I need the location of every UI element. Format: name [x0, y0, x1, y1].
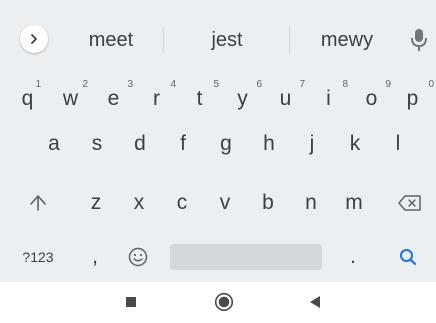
key-a[interactable]: a	[34, 122, 74, 166]
key-label: o	[365, 87, 378, 110]
key-label: u	[279, 87, 292, 110]
backspace-key[interactable]	[392, 181, 428, 225]
key-o[interactable]: 9 o	[356, 77, 391, 121]
key-u[interactable]: 7 u	[270, 77, 305, 121]
key-e[interactable]: 3 e	[98, 77, 133, 121]
expand-toolbar-button[interactable]	[20, 25, 48, 53]
key-x[interactable]: x	[119, 181, 159, 225]
key-w[interactable]: 2 w	[55, 77, 88, 121]
key-c[interactable]: c	[162, 181, 202, 225]
key-z[interactable]: z	[76, 181, 116, 225]
key-hint: 8	[342, 79, 348, 90]
key-i[interactable]: 8 i	[313, 77, 348, 121]
key-label: w	[62, 87, 79, 110]
key-hint: 5	[213, 79, 219, 90]
search-key[interactable]	[390, 235, 426, 279]
key-t[interactable]: 5 t	[184, 77, 219, 121]
key-b[interactable]: b	[248, 181, 288, 225]
key-hint: 3	[127, 79, 133, 90]
search-icon	[400, 249, 417, 266]
triangle-back-icon	[310, 296, 320, 308]
key-y[interactable]: 6 y	[227, 77, 262, 121]
key-hint: 0	[428, 79, 434, 90]
key-label: e	[107, 87, 120, 110]
emoji-key[interactable]	[120, 235, 156, 279]
recents-button[interactable]	[119, 290, 143, 314]
backspace-icon	[398, 195, 421, 211]
space-bar[interactable]	[170, 244, 322, 270]
key-p[interactable]: 0 p	[397, 77, 434, 121]
suggestion-2[interactable]: jest	[172, 27, 282, 53]
key-hint: 6	[256, 79, 262, 90]
key-j[interactable]: j	[292, 122, 332, 166]
back-button[interactable]	[303, 290, 327, 314]
mic-icon	[411, 29, 427, 51]
period-key[interactable]: .	[338, 235, 368, 279]
key-g[interactable]: g	[206, 122, 246, 166]
key-label: p	[406, 87, 419, 110]
key-hint: 9	[385, 79, 391, 90]
key-n[interactable]: n	[291, 181, 331, 225]
key-hint: 4	[170, 79, 176, 90]
emoji-icon	[128, 247, 148, 267]
key-label: y	[237, 87, 248, 110]
key-h[interactable]: h	[249, 122, 289, 166]
key-k[interactable]: k	[335, 122, 375, 166]
keyboard: meet jest mewy 1 q 2 w 3 e 4 r 5 t 6 y 7…	[0, 0, 436, 282]
key-q[interactable]: 1 q	[12, 77, 43, 121]
key-label: i	[326, 87, 331, 110]
key-label: t	[196, 87, 203, 110]
suggestion-divider	[163, 27, 164, 53]
key-m[interactable]: m	[334, 181, 374, 225]
comma-key[interactable]: ,	[80, 235, 110, 279]
key-f[interactable]: f	[163, 122, 203, 166]
square-recents-icon	[126, 297, 136, 307]
suggestion-divider	[289, 27, 290, 53]
key-hint: 1	[35, 79, 41, 90]
shift-arrow-icon	[30, 195, 46, 211]
key-label: r	[153, 87, 160, 110]
chevron-right-icon	[31, 34, 37, 44]
suggestion-3[interactable]: mewy	[298, 27, 396, 53]
key-label: q	[21, 87, 34, 110]
key-v[interactable]: v	[205, 181, 245, 225]
key-l[interactable]: l	[378, 122, 418, 166]
circle-home-icon	[214, 292, 234, 312]
suggestion-1[interactable]: meet	[66, 27, 156, 53]
key-hint: 2	[82, 79, 88, 90]
key-hint: 7	[299, 79, 305, 90]
voice-input-button[interactable]	[408, 25, 430, 53]
suggestion-strip: meet jest mewy	[0, 13, 436, 65]
home-button[interactable]	[210, 288, 238, 316]
key-s[interactable]: s	[77, 122, 117, 166]
key-r[interactable]: 4 r	[141, 77, 176, 121]
key-d[interactable]: d	[120, 122, 160, 166]
navigation-bar	[0, 282, 436, 323]
symbols-key[interactable]: ?123	[16, 235, 60, 279]
shift-key[interactable]	[20, 181, 56, 225]
